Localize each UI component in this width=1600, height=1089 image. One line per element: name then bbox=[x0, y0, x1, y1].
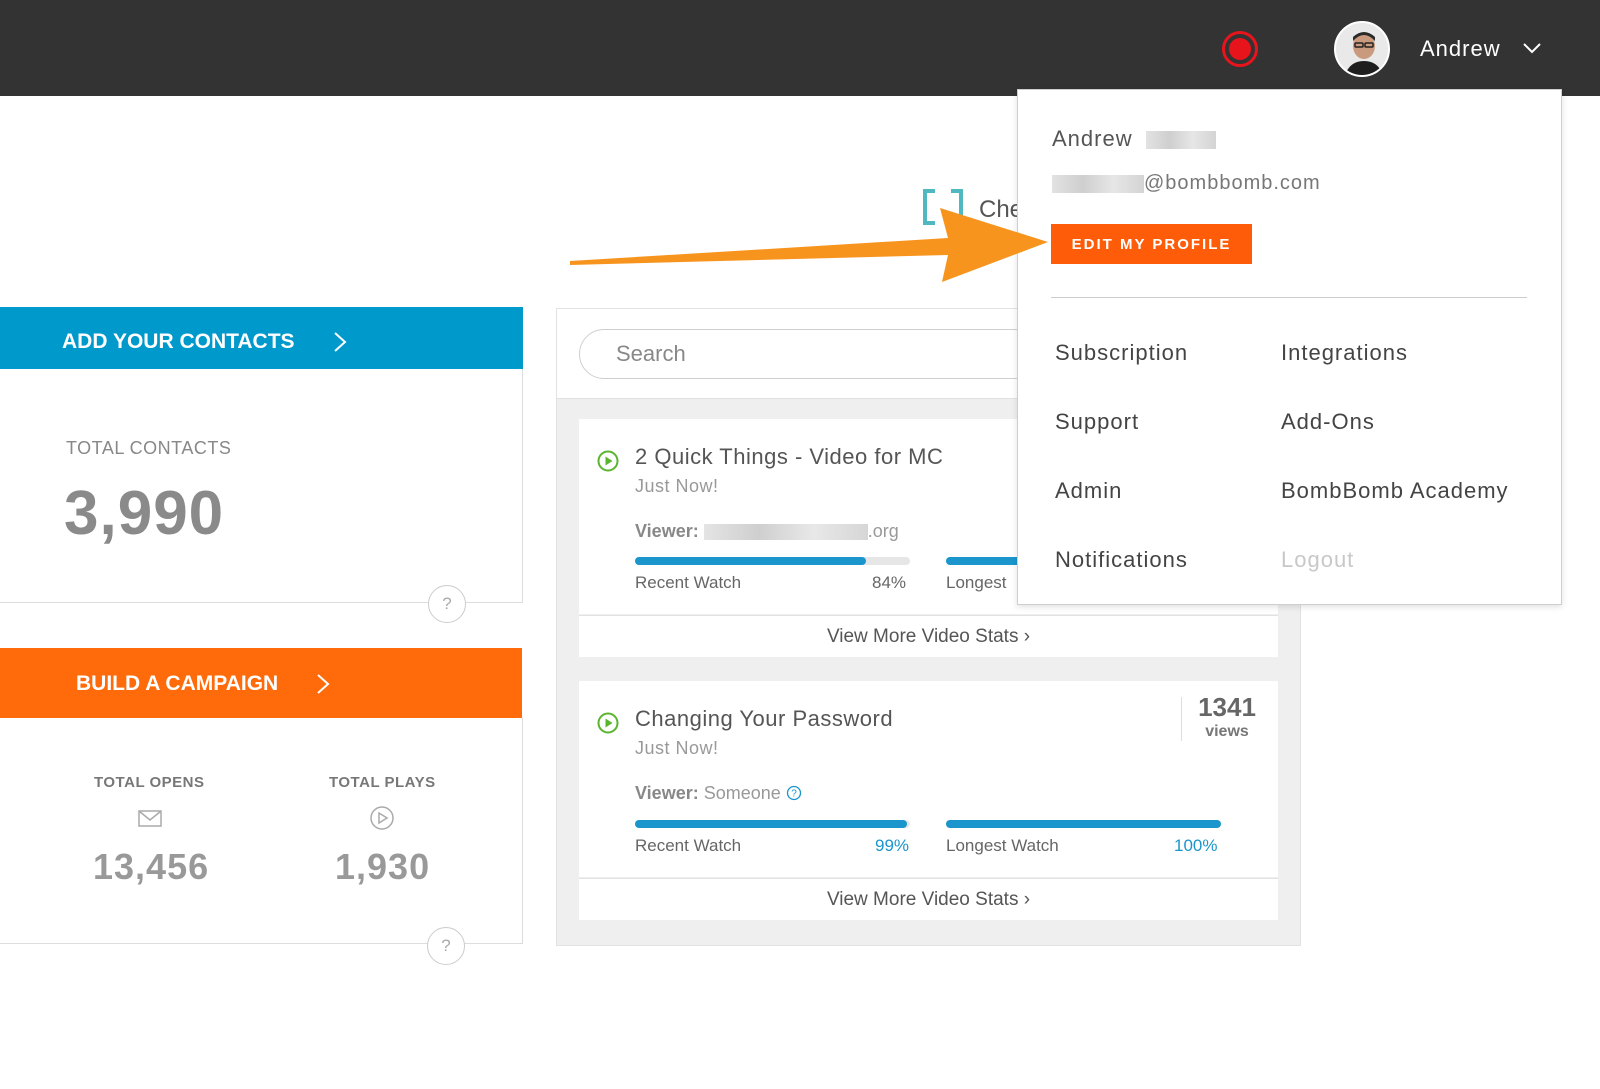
longest-watch-label: Longest bbox=[946, 573, 1007, 592]
longest-watch-fill bbox=[946, 820, 1221, 828]
campaign-help-button[interactable]: ? bbox=[427, 927, 465, 965]
dropdown-divider bbox=[1051, 297, 1527, 298]
email-redacted bbox=[1052, 174, 1144, 193]
menu-item-bombbomb-academy[interactable]: BombBomb Academy bbox=[1281, 478, 1509, 504]
contacts-help-button[interactable]: ? bbox=[428, 585, 466, 623]
recent-watch-fill bbox=[635, 820, 908, 828]
video-viewer: Viewer: Someone ? bbox=[635, 783, 802, 804]
total-opens-label: TOTAL OPENS bbox=[94, 774, 205, 791]
recent-watch-bar bbox=[635, 820, 910, 828]
viewer-value: Someone bbox=[703, 783, 781, 803]
chevron-right-icon bbox=[317, 674, 330, 694]
views-number: 1341 bbox=[1198, 692, 1256, 722]
total-plays-value: 1,930 bbox=[335, 846, 431, 887]
video-time: Just Now! bbox=[635, 738, 719, 758]
view-more-stats-link[interactable]: View More Video Stats › bbox=[579, 878, 1278, 920]
viewer-label: Viewer: bbox=[635, 783, 699, 803]
add-contacts-button[interactable]: ADD YOUR CONTACTS bbox=[0, 307, 523, 377]
top-navigation-bar: Andrew bbox=[0, 0, 1600, 96]
last-name-redacted bbox=[1145, 131, 1216, 150]
recent-watch-bar bbox=[635, 557, 910, 565]
user-menu-name[interactable]: Andrew bbox=[1420, 36, 1501, 62]
longest-watch-percent: 100% bbox=[1174, 836, 1218, 855]
record-button[interactable] bbox=[1222, 31, 1258, 67]
email-domain: @bombbomb.com bbox=[1144, 172, 1321, 194]
longest-watch-label: Longest Watch bbox=[946, 836, 1059, 855]
user-avatar[interactable] bbox=[1334, 21, 1390, 77]
recent-watch-fill bbox=[635, 557, 866, 565]
dropdown-first-name: Andrew bbox=[1052, 126, 1133, 151]
envelope-icon bbox=[138, 810, 162, 827]
chevron-down-icon[interactable] bbox=[1522, 38, 1542, 58]
total-contacts-value: 3,990 bbox=[64, 479, 225, 548]
chevron-right-icon bbox=[333, 332, 347, 352]
menu-item-subscription[interactable]: Subscription bbox=[1055, 340, 1188, 366]
dropdown-user-email: @bombbomb.com bbox=[1052, 172, 1321, 195]
annotation-arrow-icon bbox=[570, 208, 1048, 282]
longest-watch-bar bbox=[946, 820, 1221, 828]
campaign-card bbox=[0, 718, 523, 944]
edit-profile-button[interactable]: EDIT MY PROFILE bbox=[1051, 224, 1252, 264]
menu-item-logout[interactable]: Logout bbox=[1281, 547, 1354, 573]
views-count: 1341 views bbox=[1192, 692, 1262, 741]
menu-item-add-ons[interactable]: Add-Ons bbox=[1281, 409, 1375, 435]
recent-watch-percent: 84% bbox=[872, 573, 907, 592]
play-circle-icon[interactable] bbox=[597, 712, 619, 734]
play-circle-icon bbox=[370, 806, 394, 830]
video-time: Just Now! bbox=[635, 476, 719, 496]
total-opens-value: 13,456 bbox=[93, 846, 210, 887]
views-label: views bbox=[1205, 723, 1249, 740]
total-contacts-label: TOTAL CONTACTS bbox=[66, 438, 232, 458]
menu-item-support[interactable]: Support bbox=[1055, 409, 1139, 435]
view-more-stats-link[interactable]: View More Video Stats › bbox=[579, 615, 1278, 657]
video-viewer: Viewer: .org bbox=[635, 521, 899, 542]
menu-item-admin[interactable]: Admin bbox=[1055, 478, 1122, 504]
play-circle-icon[interactable] bbox=[597, 450, 619, 472]
total-plays-label: TOTAL PLAYS bbox=[329, 774, 436, 791]
viewer-domain: .org bbox=[867, 521, 899, 541]
menu-item-notifications[interactable]: Notifications bbox=[1055, 547, 1188, 573]
menu-item-integrations[interactable]: Integrations bbox=[1281, 340, 1408, 366]
avatar-photo-icon bbox=[1336, 23, 1388, 75]
viewer-redacted bbox=[703, 524, 868, 541]
search-input[interactable] bbox=[579, 329, 1039, 379]
recent-watch-percent: 99% bbox=[875, 836, 910, 855]
build-campaign-button[interactable]: BUILD A CAMPAIGN bbox=[0, 648, 522, 720]
video-title[interactable]: Changing Your Password bbox=[635, 706, 893, 732]
views-divider bbox=[1181, 697, 1182, 741]
info-icon[interactable]: ? bbox=[786, 785, 802, 801]
recent-watch-label: Recent Watch bbox=[635, 836, 742, 855]
video-title[interactable]: 2 Quick Things - Video for MC bbox=[635, 444, 943, 470]
add-contacts-label: ADD YOUR CONTACTS bbox=[62, 330, 295, 353]
recent-watch-label: Recent Watch bbox=[635, 573, 742, 592]
svg-text:?: ? bbox=[791, 789, 797, 800]
record-icon bbox=[1229, 38, 1251, 60]
viewer-label: Viewer: bbox=[635, 521, 699, 541]
dropdown-user-name: Andrew bbox=[1052, 126, 1216, 152]
build-campaign-label: BUILD A CAMPAIGN bbox=[76, 672, 279, 695]
